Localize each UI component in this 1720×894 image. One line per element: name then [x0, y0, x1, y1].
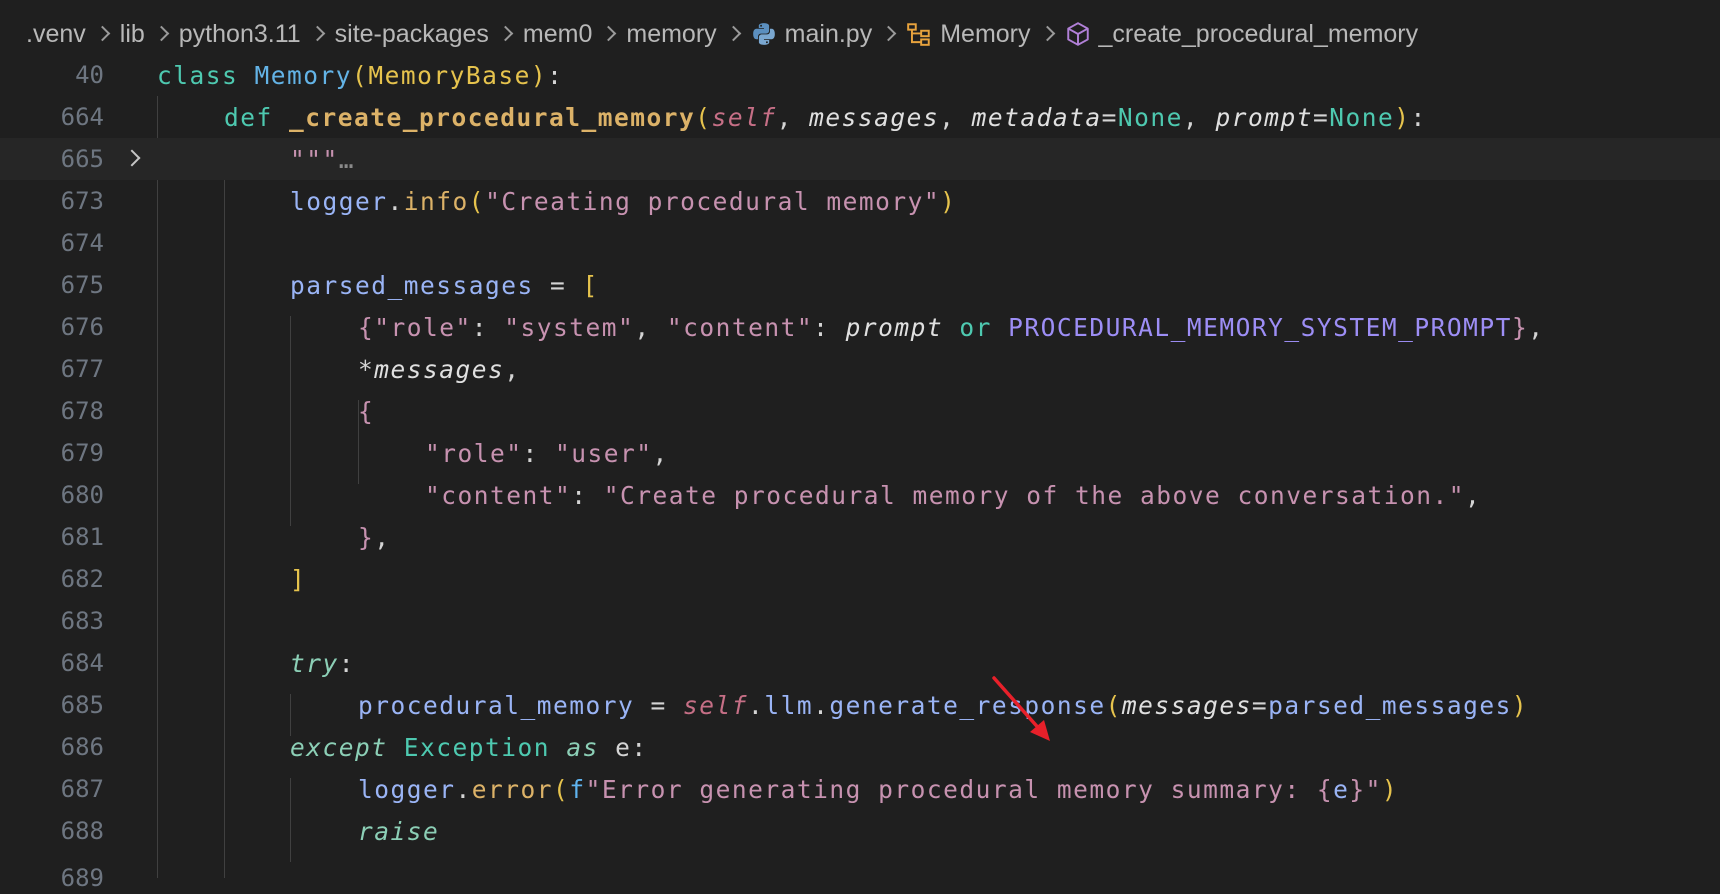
line-number: 686	[60, 733, 104, 761]
code-line[interactable]: 40 class Memory(MemoryBase):	[0, 54, 1720, 96]
chevron-right-icon	[489, 14, 523, 54]
code-line[interactable]: 682 ]	[0, 558, 1720, 600]
class-name: Memory	[254, 60, 353, 90]
code-line[interactable]: 676 {"role": "system", "content": prompt…	[0, 306, 1720, 348]
line-number: 682	[60, 565, 104, 593]
line-number: 689	[60, 864, 104, 892]
code-line[interactable]: 680 "content": "Create procedural memory…	[0, 474, 1720, 516]
code-line[interactable]: 684 try:	[0, 642, 1720, 684]
breadcrumb-memory[interactable]: memory	[626, 20, 716, 49]
chevron-right-icon	[301, 14, 335, 54]
generate-response-call: generate_response	[829, 690, 1106, 720]
breadcrumb-main-py[interactable]: main.py	[785, 20, 873, 49]
code-line[interactable]: 685 procedural_memory = self.llm.generat…	[0, 684, 1720, 726]
code-line[interactable]: 688 raise	[0, 810, 1720, 852]
code-line[interactable]: 677 *messages,	[0, 348, 1720, 390]
breadcrumb-method[interactable]: _create_procedural_memory	[1099, 20, 1419, 49]
breadcrumb-site-packages[interactable]: site-packages	[335, 20, 489, 49]
line-number: 673	[60, 187, 104, 215]
code-line[interactable]: 678 {	[0, 390, 1720, 432]
line-number: 40	[75, 61, 104, 89]
class-base: MemoryBase	[368, 60, 531, 90]
class-symbol-icon	[906, 21, 932, 47]
breadcrumb: .venv lib python3.11 site-packages mem0 …	[26, 14, 1418, 54]
red-arrow-icon	[992, 676, 1050, 741]
line-number: 677	[60, 355, 104, 383]
breadcrumb-python311[interactable]: python3.11	[179, 20, 301, 49]
chevron-right-icon	[717, 14, 751, 54]
line-number: 688	[60, 817, 104, 845]
code-line[interactable]: 686 except Exception as e:	[0, 726, 1720, 768]
line-number: 664	[60, 103, 104, 131]
chevron-right-icon	[1031, 14, 1065, 54]
line-number: 681	[60, 523, 104, 551]
breadcrumb-venv[interactable]: .venv	[26, 20, 86, 49]
code-line[interactable]: 673 logger.info("Creating procedural mem…	[0, 180, 1720, 222]
chevron-right-icon	[145, 14, 179, 54]
code-line[interactable]: 674	[0, 222, 1720, 264]
code-line[interactable]: 664 def _create_procedural_memory(self, …	[0, 96, 1720, 138]
code-line[interactable]: 675 parsed_messages = [	[0, 264, 1720, 306]
code-line[interactable]: 689	[0, 852, 1720, 894]
line-number: 678	[60, 397, 104, 425]
breadcrumb-mem0[interactable]: mem0	[523, 20, 592, 49]
code-line[interactable]: 687 logger.error(f"Error generating proc…	[0, 768, 1720, 810]
code-line[interactable]: 665 """…	[0, 138, 1720, 180]
line-number: 685	[60, 691, 104, 719]
breadcrumb-lib[interactable]: lib	[120, 20, 145, 49]
line-number: 687	[60, 775, 104, 803]
chevron-right-icon	[592, 14, 626, 54]
class-keyword: class	[157, 60, 239, 90]
line-number: 679	[60, 439, 104, 467]
python-file-icon	[751, 21, 777, 47]
code-line[interactable]: 683	[0, 600, 1720, 642]
code-editor[interactable]: 40 class Memory(MemoryBase): 664 def _cr…	[0, 54, 1720, 892]
line-number: 684	[60, 649, 104, 677]
method-symbol-icon	[1065, 21, 1091, 47]
line-number: 674	[60, 229, 104, 257]
line-number: 665	[60, 145, 104, 173]
line-number: 683	[60, 607, 104, 635]
line-number: 680	[60, 481, 104, 509]
chevron-right-icon	[86, 14, 120, 54]
breadcrumb-memory-class[interactable]: Memory	[940, 20, 1030, 49]
code-line[interactable]: 679 "role": "user",	[0, 432, 1720, 474]
line-number: 675	[60, 271, 104, 299]
code-line[interactable]: 681 },	[0, 516, 1720, 558]
line-number: 676	[60, 313, 104, 341]
fold-expand-icon[interactable]	[123, 149, 141, 167]
function-name: _create_procedural_memory	[289, 102, 696, 132]
chevron-right-icon	[872, 14, 906, 54]
